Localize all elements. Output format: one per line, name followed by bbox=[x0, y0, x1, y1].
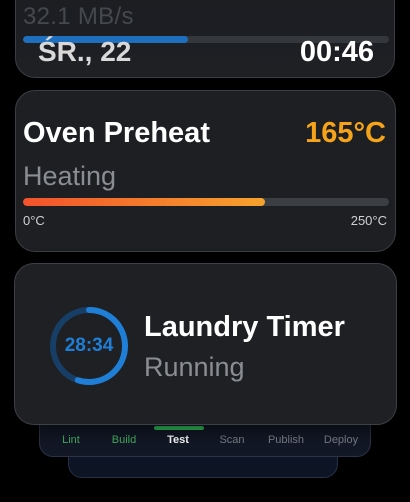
timer-countdown: 28:34 bbox=[64, 335, 114, 356]
pipeline-step-scan: Scan bbox=[219, 434, 245, 446]
pipeline-step-publish: Publish bbox=[267, 434, 305, 446]
oven-progress-fill bbox=[23, 198, 265, 206]
oven-range-max: 250°C bbox=[350, 213, 387, 228]
oven-status: Heating bbox=[23, 161, 117, 191]
laundry-status: Running bbox=[144, 352, 245, 382]
clock-time: 00:46 bbox=[299, 36, 374, 68]
pipeline-step-deploy: Deploy bbox=[323, 434, 359, 446]
date-label: ŚR., 22 bbox=[38, 36, 132, 67]
oven-preheat-card[interactable]: Oven Preheat 165°C Heating 0°C 250°C bbox=[15, 90, 396, 252]
oven-progress-track bbox=[23, 198, 389, 206]
pipeline-steps: Lint Build Test Scan Publish Deploy bbox=[40, 426, 370, 456]
clock-network-card[interactable]: 32.1 MB/s ŚR., 22 00:46 bbox=[15, 0, 395, 78]
active-step-indicator bbox=[154, 426, 204, 430]
pipeline-step-build: Build bbox=[111, 434, 137, 446]
oven-title: Oven Preheat bbox=[23, 117, 210, 149]
pipeline-step-test: Test bbox=[167, 434, 189, 446]
notification-stack: Lint Build Test Scan Publish Deploy 32.1… bbox=[0, 0, 410, 502]
pipeline-step-lint: Lint bbox=[62, 434, 80, 446]
network-speed: 32.1 MB/s bbox=[23, 3, 134, 30]
oven-temperature: 165°C bbox=[305, 117, 386, 149]
oven-range-min: 0°C bbox=[23, 213, 45, 228]
laundry-title: Laundry Timer bbox=[144, 311, 345, 343]
laundry-timer-card[interactable]: 28:34 Laundry Timer Running bbox=[14, 263, 397, 425]
